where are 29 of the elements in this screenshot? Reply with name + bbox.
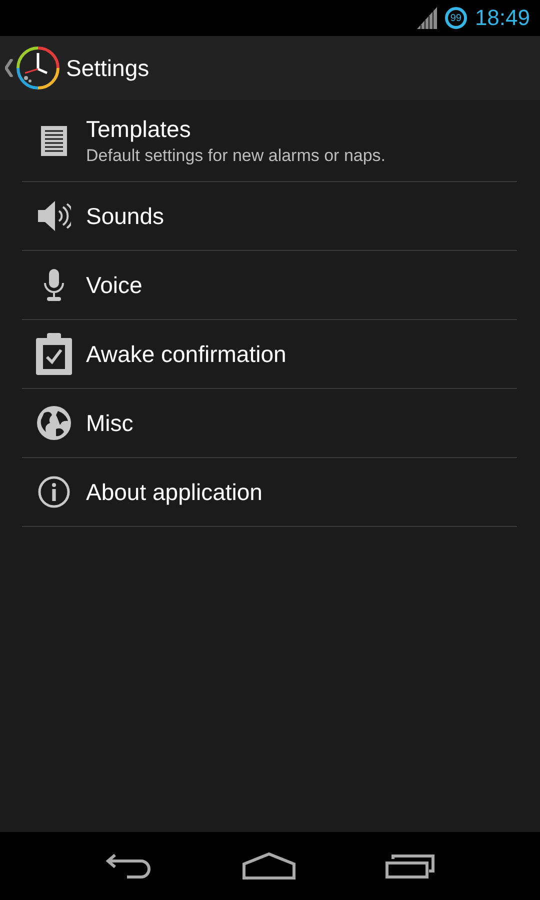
settings-item[interactable]: Misc — [22, 389, 517, 458]
clock-icon — [16, 46, 60, 90]
microphone-icon — [43, 269, 65, 301]
screen-title: Settings — [66, 54, 150, 82]
home-icon[interactable] — [242, 852, 296, 880]
clipboard-check-icon — [36, 333, 72, 375]
clock-time: 18:49 — [474, 5, 530, 31]
item-title: Sounds — [86, 202, 164, 230]
up-button[interactable] — [5, 46, 60, 90]
settings-item[interactable]: About application — [22, 458, 517, 527]
signal-icon — [416, 7, 437, 29]
info-icon — [38, 476, 70, 508]
item-title: Misc — [86, 410, 134, 436]
globe-icon — [36, 405, 72, 441]
settings-item[interactable]: Sounds — [22, 182, 517, 251]
battery-indicator: 99 — [444, 7, 467, 29]
settings-item[interactable]: Awake confirmation — [22, 320, 517, 389]
item-title: Awake confirmation — [86, 340, 286, 368]
speaker-icon — [37, 200, 71, 232]
document-icon — [41, 126, 67, 156]
back-icon[interactable] — [104, 853, 153, 879]
item-summary: Default settings for new alarms or naps. — [86, 146, 386, 166]
item-title: Voice — [86, 272, 142, 298]
item-title: About application — [86, 478, 262, 506]
chevron-left-icon — [5, 59, 13, 77]
recent-apps-icon[interactable] — [385, 853, 436, 879]
item-title: Templates — [86, 116, 192, 142]
settings-item[interactable]: Voice — [22, 251, 517, 320]
settings-item[interactable]: Templates Default settings for new alarms or naps. — [22, 100, 517, 182]
